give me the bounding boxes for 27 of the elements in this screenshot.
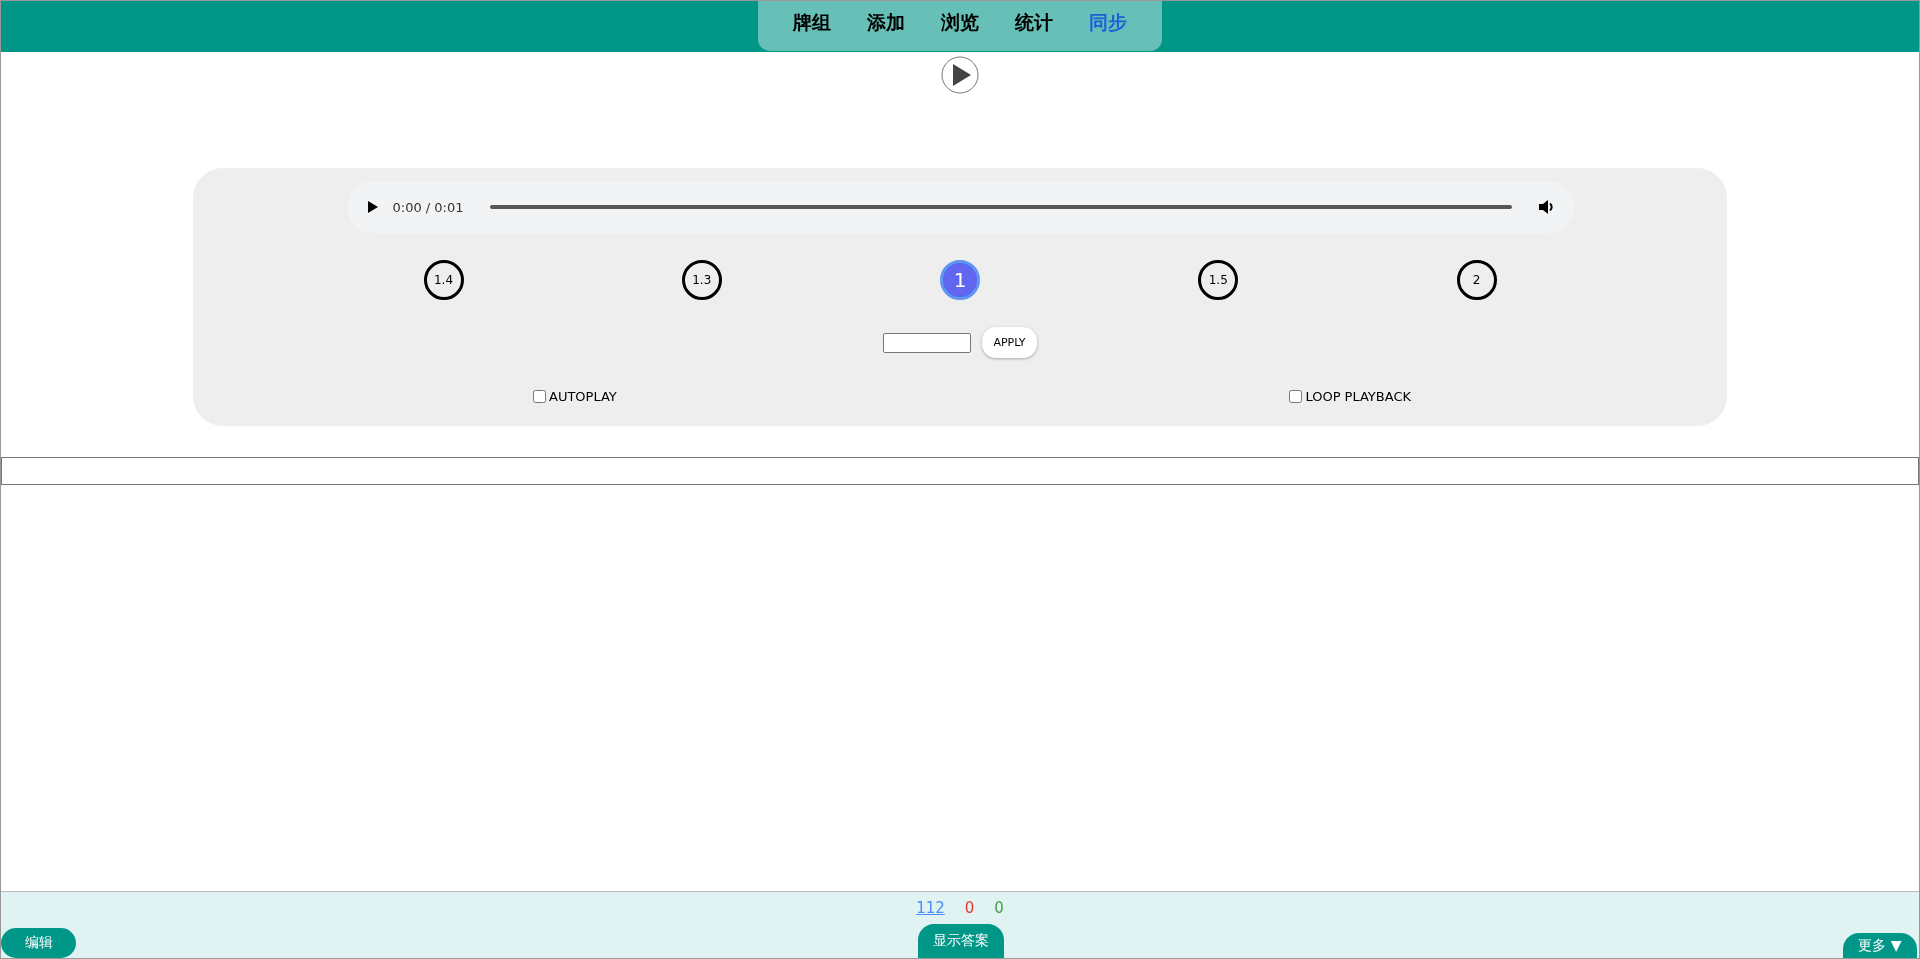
checkbox[interactable] (533, 390, 546, 403)
speed-button[interactable]: 1 (940, 260, 980, 300)
checkbox-label: LOOP PLAYBACK (1305, 389, 1411, 404)
count-number: 0 (994, 899, 1004, 917)
nav-tab[interactable]: 牌组 (782, 6, 842, 40)
answer-field[interactable] (1, 457, 1919, 485)
checkbox-label: AUTOPLAY (549, 389, 617, 404)
apply-button[interactable]: APPLY (982, 327, 1037, 358)
nav-tab[interactable]: 添加 (856, 6, 916, 40)
count-number: 0 (964, 899, 975, 917)
edit-button[interactable]: 编辑 (1, 928, 76, 958)
more-button[interactable]: 更多 ▼ (1843, 933, 1917, 958)
play-icon[interactable] (941, 56, 979, 94)
time-display: 0:00 / 0:01 (392, 199, 464, 215)
speed-button[interactable]: 1.5 (1198, 260, 1239, 300)
speed-input[interactable] (883, 332, 972, 353)
checkbox[interactable] (1289, 390, 1303, 403)
audio-player[interactable]: 0:00 / 0:01 (346, 181, 1574, 233)
speed-button[interactable]: 2 (1456, 260, 1497, 300)
nav-tab[interactable]: 浏览 (930, 6, 990, 40)
show-answer-button[interactable]: 显示答案 (918, 924, 1004, 958)
nav-tab[interactable]: 统计 (1004, 6, 1064, 40)
volume-icon[interactable] (1537, 199, 1556, 215)
speed-button[interactable]: 1.4 (423, 260, 464, 300)
progress-track[interactable] (489, 205, 1512, 209)
speed-button[interactable]: 1.3 (681, 260, 722, 300)
play-icon[interactable] (366, 200, 379, 214)
